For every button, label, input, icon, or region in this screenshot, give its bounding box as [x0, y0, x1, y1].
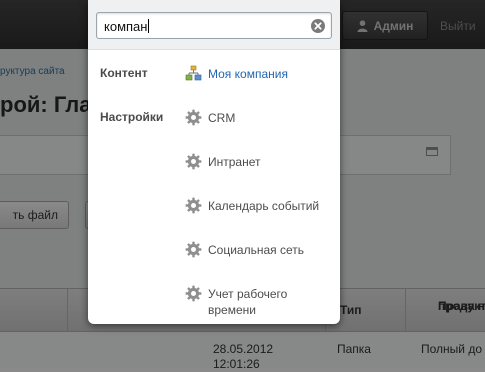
result-crm-label: CRM: [208, 111, 236, 125]
app-window: руктура сайта рой: Гла ть файл Тип Права…: [0, 0, 485, 371]
gear-icon: [185, 285, 202, 302]
result-my-company-label: Моя компания: [208, 67, 288, 81]
gear-icon: [185, 197, 202, 214]
result-social-network[interactable]: Социальная сеть: [185, 241, 334, 258]
result-calendar-label: Календарь событий: [208, 199, 320, 213]
text-cursor: [148, 19, 150, 33]
clear-search-icon[interactable]: [311, 19, 325, 33]
gear-icon: [185, 153, 202, 170]
result-work-time[interactable]: Учет рабочего времени: [185, 285, 312, 318]
result-calendar[interactable]: Календарь событий: [185, 197, 334, 214]
structure-icon: [185, 65, 202, 81]
gear-icon: [185, 109, 202, 126]
result-crm[interactable]: CRM: [185, 109, 334, 126]
gear-icon: [185, 241, 202, 258]
category-settings: Настройки: [100, 110, 164, 124]
search-query: компан: [104, 19, 150, 34]
search-results-popup: компан Контент Моя компания Настройки CR…: [88, 0, 340, 324]
result-my-company[interactable]: Моя компания: [185, 65, 334, 82]
result-intranet[interactable]: Интранет: [185, 153, 334, 170]
search-bar: компан: [88, 0, 340, 50]
result-social-network-label: Социальная сеть: [208, 243, 304, 257]
result-work-time-label: Учет рабочего времени: [208, 287, 288, 317]
category-content: Контент: [100, 66, 148, 80]
search-input[interactable]: компан: [96, 12, 332, 39]
result-intranet-label: Интранет: [208, 155, 261, 169]
